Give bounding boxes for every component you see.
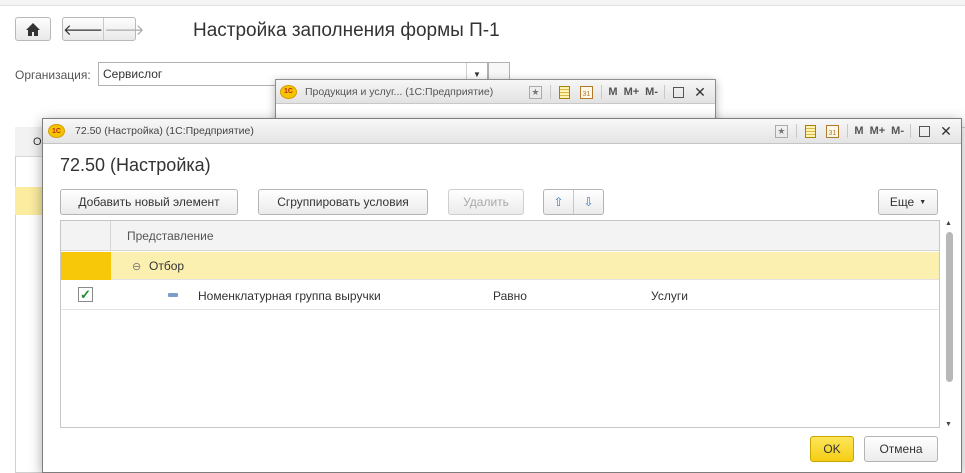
vertical-scrollbar[interactable]: ▲ ▼ (943, 220, 955, 428)
top-strip (0, 0, 965, 6)
more-button-label: Еще (889, 195, 915, 209)
row-selection-marker (61, 252, 111, 280)
memory-minus-icon[interactable]: M- (645, 86, 658, 98)
group-label: Отбор (149, 259, 185, 273)
forward-arrow-icon[interactable]: 🡒 (104, 18, 144, 40)
condition-icon (168, 293, 178, 297)
value-cell: Услуги (651, 289, 688, 303)
home-icon (26, 22, 40, 36)
scroll-down-icon[interactable]: ▼ (945, 421, 952, 428)
memory-minus-icon[interactable]: M- (891, 125, 904, 137)
grid-row-group[interactable]: ⊖ Отбор (61, 252, 939, 280)
star-icon[interactable]: ★ (772, 122, 790, 140)
scroll-thumb[interactable] (946, 232, 953, 382)
use-checkbox[interactable]: ✓ (78, 287, 93, 302)
ok-button[interactable]: OK (810, 436, 854, 462)
collapse-icon[interactable]: ⊖ (132, 260, 141, 273)
products-window-titlebar: 1С Продукция и услуг... (1С:Предприятие)… (276, 80, 715, 104)
book-icon[interactable] (801, 122, 819, 140)
move-buttons: ⇧ ⇩ (543, 189, 604, 215)
settings-dialog: 1С 72.50 (Настройка) (1С:Предприятие) ★ … (42, 118, 962, 473)
book-icon[interactable] (555, 83, 573, 101)
products-window-controls: ★ 31 M M+ M- ✕ (522, 83, 709, 101)
dialog-window-title: 72.50 (Настройка) (1С:Предприятие) (75, 125, 254, 137)
background-table-header: О (15, 127, 45, 157)
delete-button[interactable]: Удалить (448, 189, 524, 215)
star-icon[interactable]: ★ (526, 83, 544, 101)
close-icon[interactable]: ✕ (937, 122, 955, 140)
memory-icon[interactable]: M (854, 125, 863, 137)
separator (601, 85, 603, 99)
comparison-cell: Равно (493, 289, 527, 303)
grid-header: Представление (61, 221, 939, 251)
checkmark-icon: ✓ (80, 286, 91, 302)
cancel-button[interactable]: Отмена (864, 436, 938, 462)
separator (910, 124, 911, 138)
table-row[interactable]: ✓ Номенклатурная группа выручки Равно Ус… (61, 280, 939, 310)
calendar-icon[interactable]: 31 (823, 122, 841, 140)
background-selected-row (15, 187, 45, 215)
add-new-element-button[interactable]: Добавить новый элемент (60, 189, 238, 215)
products-window-title: Продукция и услуг... (1С:Предприятие) (305, 85, 494, 98)
filter-grid: Представление ⊖ Отбор ✓ Номенклатурная г… (60, 220, 940, 428)
1c-logo-icon: 1С (48, 124, 65, 138)
more-button[interactable]: Еще ▼ (878, 189, 938, 215)
page-title: Настройка заполнения формы П-1 (193, 20, 500, 41)
close-icon[interactable]: ✕ (691, 83, 709, 101)
separator (550, 85, 552, 99)
organization-label: Организация: (15, 68, 91, 82)
maximize-icon[interactable] (669, 83, 687, 101)
memory-plus-icon[interactable]: M+ (624, 86, 640, 98)
calendar-icon[interactable]: 31 (577, 83, 595, 101)
separator (664, 85, 665, 99)
dialog-titlebar: 1С 72.50 (Настройка) (1С:Предприятие) ★ … (43, 119, 961, 144)
separator (847, 124, 849, 138)
scroll-up-icon[interactable]: ▲ (945, 220, 952, 227)
move-up-icon[interactable]: ⇧ (544, 190, 574, 214)
1c-logo-icon: 1С (280, 84, 297, 99)
maximize-icon[interactable] (915, 122, 933, 140)
dialog-window-controls: ★ 31 M M+ M- ✕ (768, 122, 955, 140)
column-header-presentation[interactable]: Представление (127, 229, 214, 243)
checkbox-column-header (61, 221, 111, 251)
background-table (15, 127, 45, 473)
navigation-buttons: 🡐 🡒 (62, 17, 144, 41)
memory-plus-icon[interactable]: M+ (870, 125, 886, 137)
back-arrow-icon[interactable]: 🡐 (63, 18, 105, 40)
memory-icon[interactable]: M (608, 86, 617, 98)
field-cell: Номенклатурная группа выручки (198, 289, 381, 303)
move-down-icon[interactable]: ⇩ (574, 190, 603, 214)
home-button[interactable] (15, 17, 51, 41)
separator (796, 124, 798, 138)
chevron-down-icon: ▼ (919, 198, 927, 206)
group-conditions-button[interactable]: Сгруппировать условия (258, 189, 428, 215)
dialog-heading: 72.50 (Настройка) (60, 155, 211, 175)
